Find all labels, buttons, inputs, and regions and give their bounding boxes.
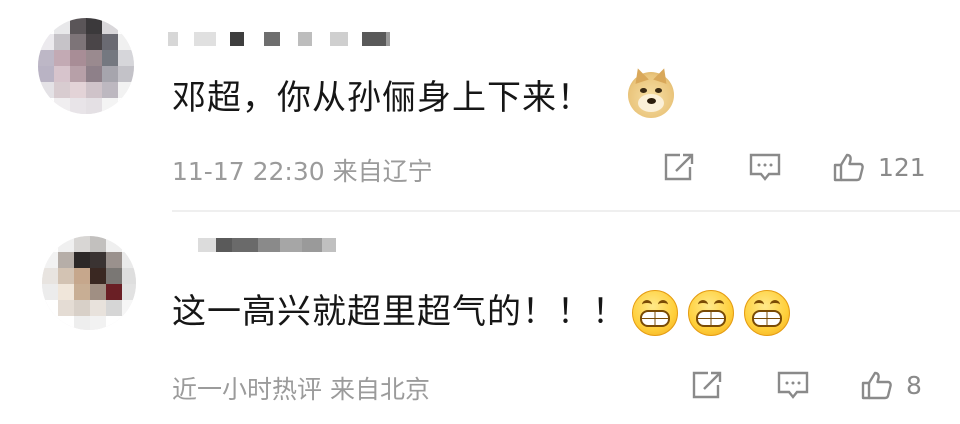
share-icon[interactable] bbox=[662, 152, 696, 182]
pixelated-avatar-image bbox=[38, 18, 134, 114]
comment-text: 这一高兴就超里超气的！！！ bbox=[172, 292, 627, 332]
comment-icon[interactable] bbox=[776, 370, 810, 400]
username-redacted[interactable] bbox=[198, 238, 336, 258]
doge-emoji bbox=[628, 66, 674, 118]
like-count: 121 bbox=[878, 152, 926, 182]
username-redacted[interactable] bbox=[168, 32, 390, 52]
comment-actions: 8 bbox=[690, 370, 922, 400]
emoji-row bbox=[632, 290, 790, 336]
comment-meta: 11-17 22:30 来自辽宁 bbox=[172, 157, 433, 186]
thumbs-up-icon[interactable] bbox=[832, 152, 866, 182]
thumbs-up-icon[interactable] bbox=[860, 370, 894, 400]
grin-emoji bbox=[744, 290, 790, 336]
grin-emoji bbox=[688, 290, 734, 336]
comment-icon[interactable] bbox=[748, 152, 782, 182]
comment-item-2: 这一高兴就超里超气的！！！ 近一小时热评 来自北京 8 bbox=[0, 214, 960, 424]
divider bbox=[172, 210, 960, 212]
comment-item-1: 邓超，你从孙俪身上下来！ 11-17 22:30 来自辽宁 121 bbox=[0, 0, 960, 212]
comment-meta: 近一小时热评 来自北京 bbox=[172, 375, 430, 404]
share-icon[interactable] bbox=[690, 370, 724, 400]
avatar[interactable] bbox=[42, 236, 136, 330]
comment-text: 邓超，你从孙俪身上下来！ bbox=[172, 78, 592, 118]
grin-emoji bbox=[632, 290, 678, 336]
comment-actions: 121 bbox=[662, 152, 926, 182]
pixelated-avatar-image bbox=[42, 236, 136, 330]
emoji-row bbox=[628, 66, 674, 118]
avatar[interactable] bbox=[38, 18, 134, 114]
like-count: 8 bbox=[906, 370, 922, 400]
